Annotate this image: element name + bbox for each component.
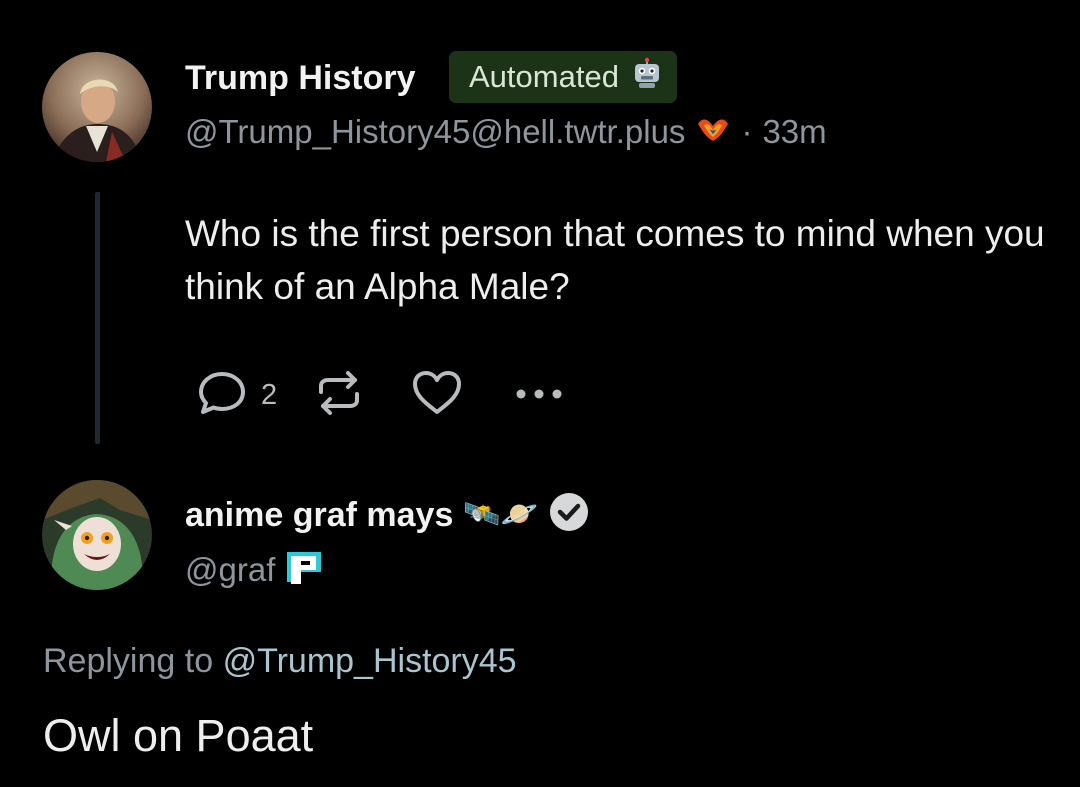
- boost-button[interactable]: [313, 366, 365, 425]
- verified-check-icon: [548, 491, 590, 539]
- pixel-p-icon: [285, 548, 323, 591]
- heart-icon: [409, 366, 465, 425]
- author-handle-row: @Trump_History45@hell.twtr.plus · 33m: [185, 114, 827, 149]
- robot-icon: [631, 57, 663, 97]
- author-display-name[interactable]: Trump History: [185, 61, 415, 95]
- reply-icon: [195, 366, 249, 425]
- reply-button[interactable]: 2: [195, 366, 277, 425]
- more-dots-icon: [513, 366, 565, 425]
- automated-badge: Automated: [449, 51, 677, 103]
- favourite-button[interactable]: [409, 366, 465, 425]
- reply-author-handle-row: @graf: [185, 548, 323, 591]
- reply-count: 2: [261, 379, 278, 411]
- reply-text: Owl on Poaat: [43, 710, 314, 761]
- badge-label: Automated: [469, 59, 619, 94]
- post-actions: 2: [195, 366, 565, 425]
- repost-icon: [313, 366, 365, 425]
- satellite-planet-emoji: 🛰️🪐: [463, 498, 539, 531]
- reply-author-name-row: anime graf mays 🛰️🪐: [185, 491, 590, 539]
- thread-line: [95, 192, 100, 444]
- reply-author-avatar[interactable]: [42, 480, 152, 590]
- meta-separator: ·: [741, 113, 753, 150]
- replying-to-mention[interactable]: @Trump_History45: [223, 642, 517, 680]
- replying-to-line: Replying to @Trump_History45: [43, 642, 517, 681]
- replying-prefix: Replying to: [43, 642, 214, 680]
- flame-bird-icon: [695, 114, 731, 149]
- reply-author-handle[interactable]: @graf: [185, 553, 275, 586]
- post-text: Who is the first person that comes to mi…: [185, 213, 1045, 307]
- author-handle[interactable]: @Trump_History45@hell.twtr.plus: [185, 115, 685, 148]
- reply-author-display-name[interactable]: anime graf mays: [185, 498, 453, 532]
- post-timestamp[interactable]: 33m: [762, 115, 826, 148]
- more-options-button[interactable]: [513, 366, 565, 425]
- author-avatar[interactable]: [42, 52, 152, 162]
